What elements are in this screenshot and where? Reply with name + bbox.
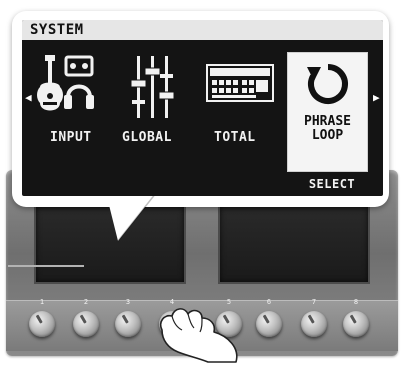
nav-right-arrow-icon[interactable]: ▶ (373, 92, 380, 103)
callout-tail (106, 193, 157, 242)
knob-number-1: 1 (39, 298, 45, 306)
loop-arrow-icon (307, 64, 348, 104)
knob-3[interactable] (115, 311, 141, 337)
knob-8[interactable] (343, 311, 369, 337)
knob-7[interactable] (301, 311, 327, 337)
menu-item-input[interactable]: INPUT (50, 130, 92, 145)
knob-1[interactable] (29, 311, 55, 337)
menu-item-global[interactable]: GLOBAL (122, 130, 172, 145)
knob-6[interactable] (256, 311, 282, 337)
knob-number-6: 6 (266, 298, 272, 306)
menu-item-total[interactable]: TOTAL (214, 130, 256, 145)
slider-icon (130, 56, 175, 118)
knob-2[interactable] (73, 311, 99, 337)
select-label: SELECT (308, 177, 356, 191)
phrase-loop-label-line1: PHRASE (304, 114, 351, 129)
knob-number-7: 7 (311, 298, 317, 306)
keyboard-device-icon (206, 64, 274, 102)
hand-icon (159, 308, 238, 363)
knob-number-2: 2 (83, 298, 89, 306)
guitar-headphone-icon (37, 55, 94, 111)
panel-trim-line (8, 265, 84, 267)
menu-item-phrase-loop[interactable]: PHRASE LOOP (287, 52, 368, 172)
screen-title: SYSTEM (30, 22, 84, 38)
display-right (218, 205, 370, 284)
title-bar: SYSTEM (22, 20, 383, 40)
knob-number-3: 3 (125, 298, 131, 306)
knob-number-8: 8 (353, 298, 359, 306)
lcd-screen: SYSTEM ◀ ▶ INPUT GLOBAL TOTAL PHRASE LOO… (22, 20, 383, 196)
phrase-loop-label-line2: LOOP (311, 128, 344, 143)
nav-left-arrow-icon[interactable]: ◀ (25, 92, 32, 103)
